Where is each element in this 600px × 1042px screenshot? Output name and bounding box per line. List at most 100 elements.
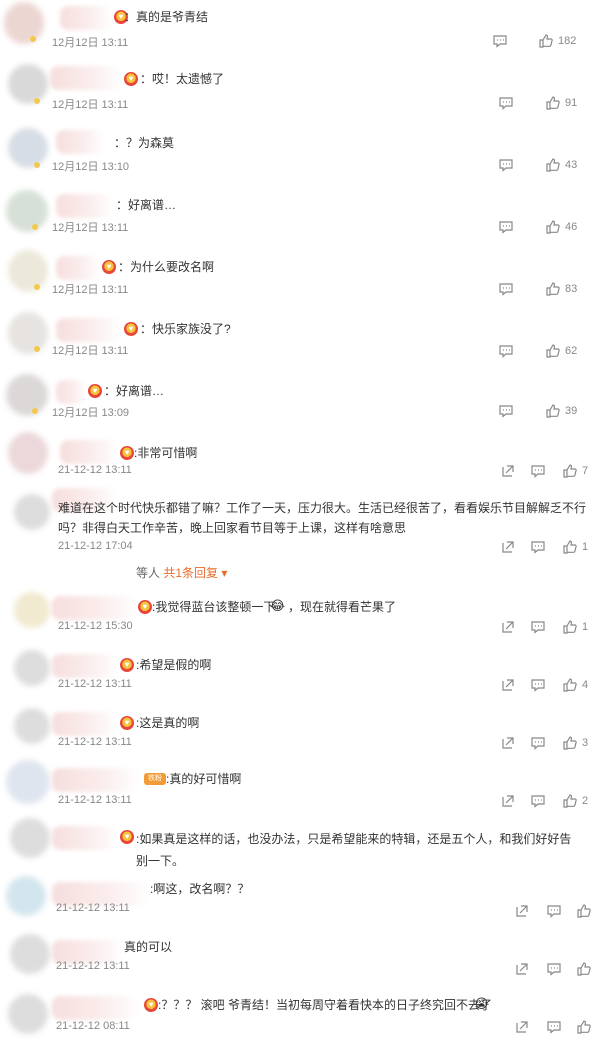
comment-button[interactable] bbox=[530, 619, 546, 635]
avatar[interactable] bbox=[8, 64, 48, 104]
like-count: 39 bbox=[565, 405, 578, 417]
comment-button[interactable] bbox=[530, 735, 546, 751]
username-blurred[interactable] bbox=[52, 712, 118, 736]
comment-text: :？？？ 滚吧 爷青结！当初每周守着看快本的日子终究回不去了 bbox=[158, 998, 493, 1012]
share-button[interactable] bbox=[500, 463, 516, 479]
replies-count[interactable]: 共1条回复 bbox=[163, 566, 218, 580]
laugh-emoji-icon: 😂 bbox=[270, 598, 286, 613]
like-button[interactable]: 62 bbox=[545, 343, 577, 359]
like-button[interactable]: 43 bbox=[545, 157, 577, 173]
like-button[interactable]: 83 bbox=[545, 281, 577, 297]
view-replies-link[interactable]: 等人 共1条回复 ▾ bbox=[136, 564, 227, 581]
avatar[interactable] bbox=[4, 2, 44, 44]
avatar[interactable] bbox=[14, 708, 50, 744]
comment-text: ：好离谱… bbox=[116, 198, 177, 212]
comment-button[interactable] bbox=[530, 539, 546, 555]
share-button[interactable] bbox=[500, 619, 516, 635]
comment-time: 12月12日 13:11 bbox=[52, 284, 129, 296]
comment-button[interactable] bbox=[498, 343, 514, 359]
username-blurred[interactable] bbox=[52, 996, 140, 1020]
comment-time: 21-12-12 13:11 bbox=[58, 794, 132, 806]
comment-time: 21-12-12 17:04 bbox=[58, 540, 133, 552]
avatar[interactable] bbox=[6, 760, 50, 804]
avatar[interactable] bbox=[8, 312, 48, 354]
comment-time: 21-12-12 13:11 bbox=[58, 678, 132, 690]
like-button[interactable]: 4 bbox=[562, 677, 588, 693]
like-count: 91 bbox=[565, 97, 578, 109]
like-button[interactable]: 2 bbox=[562, 793, 588, 809]
verified-badge-icon bbox=[34, 284, 40, 290]
share-button[interactable] bbox=[500, 539, 516, 555]
verified-badge-icon bbox=[32, 224, 38, 230]
like-button[interactable]: 1 bbox=[562, 539, 588, 555]
avatar[interactable] bbox=[14, 592, 50, 628]
like-button[interactable] bbox=[576, 1019, 592, 1035]
share-button[interactable] bbox=[500, 677, 516, 693]
comment-button[interactable] bbox=[498, 157, 514, 173]
comment-button[interactable] bbox=[530, 463, 546, 479]
comment-button[interactable] bbox=[530, 793, 546, 809]
crying-emoji-icon: 😭 bbox=[474, 996, 490, 1011]
like-count: 182 bbox=[558, 35, 577, 47]
avatar[interactable] bbox=[6, 876, 46, 916]
like-button[interactable]: 3 bbox=[562, 735, 588, 751]
username-blurred[interactable] bbox=[56, 256, 100, 280]
comment-text: ：为什么要改名啊 bbox=[118, 260, 215, 274]
like-count: 83 bbox=[565, 283, 578, 295]
comment-button[interactable] bbox=[546, 961, 562, 977]
username-blurred[interactable] bbox=[50, 66, 122, 90]
comment-button[interactable] bbox=[498, 281, 514, 297]
like-button[interactable] bbox=[576, 903, 592, 919]
comment-time: 21-12-12 15:30 bbox=[58, 620, 133, 632]
comment-button[interactable] bbox=[546, 903, 562, 919]
comment-time: 21-12-12 13:11 bbox=[56, 960, 130, 972]
comment-button[interactable] bbox=[498, 403, 514, 419]
share-button[interactable] bbox=[500, 793, 516, 809]
like-button[interactable]: 1 bbox=[562, 619, 588, 635]
avatar[interactable] bbox=[8, 128, 48, 168]
like-count: 43 bbox=[565, 159, 578, 171]
username-blurred[interactable] bbox=[56, 194, 114, 218]
share-button[interactable] bbox=[514, 1019, 530, 1035]
username-blurred[interactable] bbox=[56, 318, 120, 342]
avatar[interactable] bbox=[14, 494, 50, 530]
like-button[interactable]: 182 bbox=[538, 33, 576, 49]
username-blurred[interactable] bbox=[60, 440, 118, 464]
share-button[interactable] bbox=[514, 961, 530, 977]
comment-button[interactable] bbox=[530, 677, 546, 693]
like-button[interactable]: 91 bbox=[545, 95, 577, 111]
avatar[interactable] bbox=[8, 994, 48, 1034]
fan-badge-icon: ♥ bbox=[124, 72, 138, 86]
avatar[interactable] bbox=[6, 190, 48, 232]
share-button[interactable] bbox=[514, 903, 530, 919]
username-blurred[interactable] bbox=[56, 130, 104, 154]
username-blurred[interactable] bbox=[52, 654, 118, 678]
comment-button[interactable] bbox=[546, 1019, 562, 1035]
fan-badge-icon: ♥ bbox=[120, 658, 134, 672]
avatar[interactable] bbox=[10, 818, 50, 858]
fan-badge-icon: ♥ bbox=[144, 998, 158, 1012]
like-button[interactable] bbox=[576, 961, 592, 977]
username-blurred[interactable] bbox=[52, 596, 138, 620]
verified-badge-icon bbox=[34, 346, 40, 352]
like-count: 3 bbox=[582, 737, 589, 749]
avatar[interactable] bbox=[8, 250, 48, 292]
share-button[interactable] bbox=[500, 735, 516, 751]
avatar[interactable] bbox=[6, 374, 48, 416]
avatar[interactable] bbox=[14, 650, 50, 686]
avatar[interactable] bbox=[8, 432, 48, 474]
comment-button[interactable] bbox=[498, 219, 514, 235]
avatar[interactable] bbox=[10, 934, 50, 974]
username-blurred[interactable] bbox=[60, 6, 112, 30]
comment-button[interactable] bbox=[492, 33, 508, 49]
like-button[interactable]: 46 bbox=[545, 219, 577, 235]
username-blurred[interactable] bbox=[52, 826, 118, 850]
username-blurred[interactable] bbox=[52, 768, 140, 792]
like-button[interactable]: 39 bbox=[545, 403, 577, 419]
verified-badge-icon bbox=[32, 408, 38, 414]
chevron-down-icon[interactable]: ▾ bbox=[221, 566, 227, 580]
like-button[interactable]: 7 bbox=[562, 463, 588, 479]
verified-badge-icon bbox=[30, 36, 36, 42]
username-blurred[interactable] bbox=[56, 380, 86, 404]
comment-button[interactable] bbox=[498, 95, 514, 111]
